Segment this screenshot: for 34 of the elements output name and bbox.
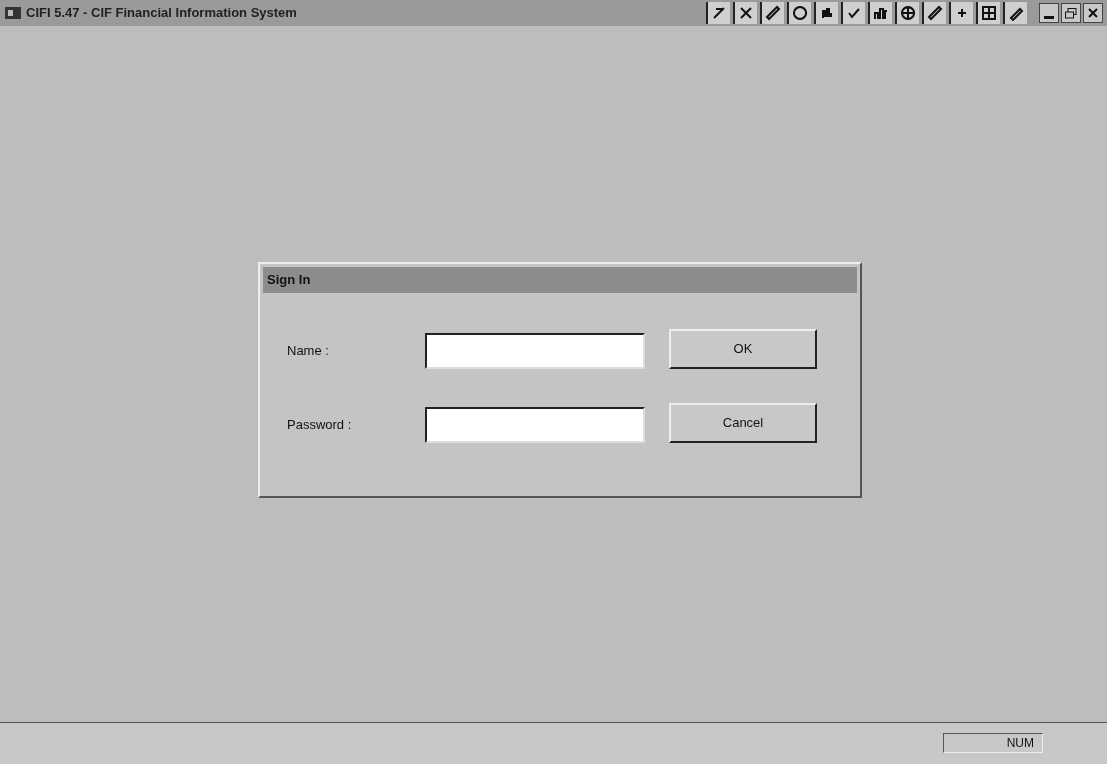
toolbar-button[interactable] bbox=[1003, 2, 1027, 24]
close-button[interactable] bbox=[1083, 3, 1103, 23]
field-label: Name : bbox=[287, 342, 330, 361]
toolbar-button[interactable] bbox=[949, 2, 973, 24]
toolbar-button[interactable] bbox=[841, 2, 865, 24]
minimize-icon bbox=[1044, 16, 1054, 19]
app-icon bbox=[4, 5, 22, 21]
field-label: Password : bbox=[287, 416, 353, 435]
toolbar-button[interactable] bbox=[814, 2, 838, 24]
input-field[interactable] bbox=[425, 407, 645, 443]
pencil-icon bbox=[927, 5, 943, 21]
toolbar-button[interactable] bbox=[976, 2, 1000, 24]
maximize-button[interactable] bbox=[1061, 3, 1081, 23]
pencil-icon bbox=[765, 5, 781, 21]
toolbar-button[interactable] bbox=[733, 2, 757, 24]
close-icon bbox=[1088, 8, 1098, 18]
window-title: CIFI 5.47 - CIF Financial Information System bbox=[26, 4, 297, 23]
toolbar-button[interactable] bbox=[895, 2, 919, 24]
toolbar-button[interactable] bbox=[922, 2, 946, 24]
globe-icon bbox=[900, 5, 916, 21]
dialog-button[interactable]: OK bbox=[669, 329, 817, 369]
chart-icon bbox=[873, 5, 889, 21]
restore-icon bbox=[1065, 7, 1077, 19]
status-indicator: NUM bbox=[943, 733, 1043, 753]
minimize-button[interactable] bbox=[1039, 3, 1059, 23]
input-field[interactable] bbox=[425, 333, 645, 369]
toolbar-button[interactable] bbox=[706, 2, 730, 24]
toolbar-button[interactable] bbox=[868, 2, 892, 24]
dialog-title: Sign In bbox=[267, 271, 311, 290]
toolbar-button[interactable] bbox=[760, 2, 784, 24]
toolbar-button[interactable] bbox=[787, 2, 811, 24]
dialog-button[interactable]: Cancel bbox=[669, 403, 817, 443]
pen-icon bbox=[1008, 5, 1024, 21]
grid-icon bbox=[981, 5, 997, 21]
